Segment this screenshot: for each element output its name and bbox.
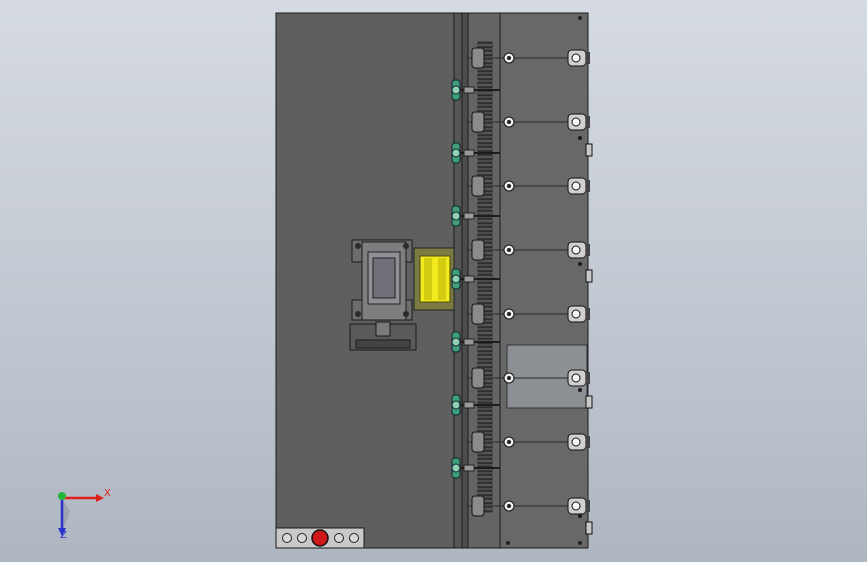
indicator-light-1[interactable] — [282, 533, 292, 543]
indicator-light-4[interactable] — [349, 533, 359, 543]
gear-tooth-segment — [476, 473, 494, 481]
gear-tooth-segment — [476, 353, 494, 361]
gear-tooth-segment — [476, 217, 494, 225]
y-axis-marker — [58, 492, 66, 500]
gear-tooth-segment — [476, 265, 494, 273]
gear-tooth-segment — [476, 73, 494, 81]
gear-tooth-segment — [476, 137, 494, 145]
gear-tooth-segment — [476, 489, 494, 497]
corner-bolt-bottom-left — [506, 541, 510, 545]
gear-tooth-segment — [476, 345, 494, 353]
highlighted-coupling[interactable] — [413, 247, 455, 311]
gear-tooth-segment — [476, 297, 494, 305]
gear-tooth-segment — [476, 361, 494, 369]
gear-tooth-segment — [476, 289, 494, 297]
x-axis-label: X — [104, 488, 111, 499]
gear-tooth-segment — [476, 97, 494, 105]
indicator-light-2[interactable] — [297, 533, 307, 543]
gear-tooth-segment — [476, 329, 494, 337]
gear-tooth-segment — [476, 41, 494, 49]
cad-viewport[interactable]: X Z — [0, 0, 867, 562]
machine-model-front-view[interactable] — [0, 0, 867, 562]
gear-tooth-segment — [476, 145, 494, 153]
gear-tooth-segment — [476, 393, 494, 401]
gear-tooth-segment — [476, 153, 494, 161]
gear-tooth-segment — [476, 409, 494, 417]
emergency-stop-button[interactable] — [311, 529, 329, 547]
gear-tooth-segment — [476, 281, 494, 289]
gear-tooth-segment — [476, 225, 494, 233]
gear-tooth-segment — [476, 425, 494, 433]
gear-tooth-segment — [476, 201, 494, 209]
gear-tooth-segment — [476, 417, 494, 425]
indicator-light-3[interactable] — [334, 533, 344, 543]
gear-tooth-segment — [476, 161, 494, 169]
gear-tooth-segment — [476, 105, 494, 113]
gear-tooth-segment — [476, 81, 494, 89]
gear-tooth-segment — [476, 233, 494, 241]
corner-bolt-bottom — [578, 541, 582, 545]
z-axis-label: Z — [60, 530, 67, 541]
right-side-panel — [499, 12, 589, 549]
gear-tooth-segment — [476, 457, 494, 465]
corner-bolt-top — [578, 16, 582, 20]
motor-base — [349, 321, 417, 351]
gear-tooth-segment — [476, 481, 494, 489]
gear-tooth-segment — [476, 169, 494, 177]
